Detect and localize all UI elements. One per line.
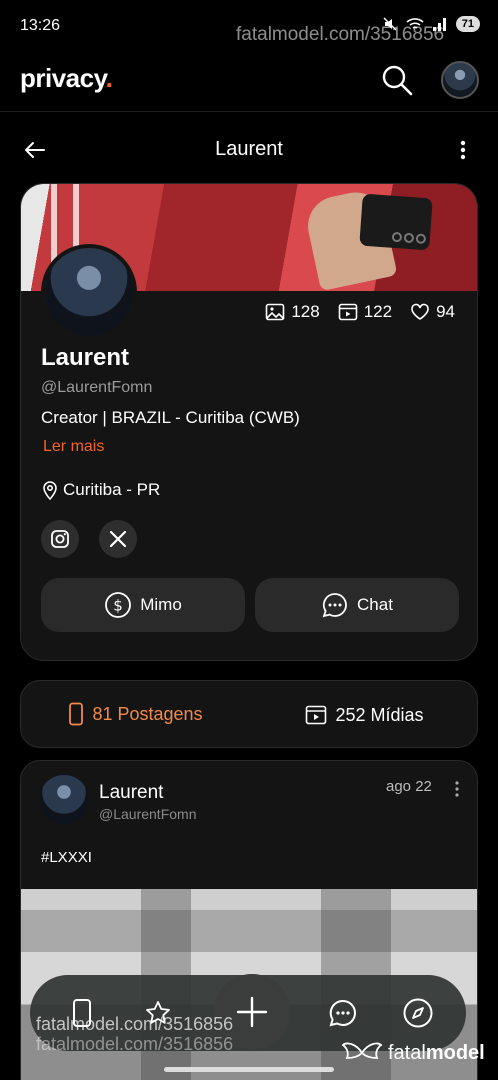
stat-videos-count: 122 bbox=[363, 302, 393, 321]
x-icon bbox=[109, 530, 127, 548]
heart-icon bbox=[411, 303, 429, 320]
stat-likes: 94 bbox=[410, 302, 455, 322]
plus-icon bbox=[236, 996, 268, 1028]
location-pin-icon bbox=[43, 481, 57, 500]
watermark-bottom-shadow: fatalmodel.com/3516856 bbox=[36, 1034, 234, 1054]
status-bar: 13:26 71 fatalmodel.com/3516856 bbox=[0, 0, 498, 50]
profile-location: Curitiba - PR bbox=[41, 480, 160, 500]
compass-icon bbox=[403, 998, 433, 1028]
watermark-bottom: fatalmodel.com/3516856 bbox=[36, 1014, 234, 1034]
logo-suffix: model bbox=[425, 1041, 485, 1064]
profile-avatar[interactable] bbox=[41, 244, 137, 340]
cover-phone bbox=[359, 193, 433, 251]
stat-likes-count: 94 bbox=[436, 302, 455, 321]
user-avatar[interactable] bbox=[441, 61, 479, 99]
page-title: Laurent bbox=[215, 138, 283, 160]
post-author-avatar[interactable] bbox=[39, 775, 89, 825]
profile-stats: 128 122 94 bbox=[265, 302, 455, 322]
profile-bio: Creator | BRAZIL - Curitiba (CWB) bbox=[41, 408, 300, 427]
search-icon bbox=[382, 65, 413, 96]
post-author-handle: @LaurentFomn bbox=[99, 806, 197, 822]
post-more-button[interactable] bbox=[451, 779, 463, 799]
page-header: Laurent bbox=[0, 125, 498, 175]
chat-button[interactable]: Chat bbox=[255, 578, 459, 632]
watermark-top: fatalmodel.com/3516856 bbox=[236, 24, 445, 45]
search-button[interactable] bbox=[380, 63, 414, 97]
profile-handle: @LaurentFomn bbox=[41, 379, 153, 396]
stat-photos-count: 128 bbox=[291, 302, 320, 321]
profile-name: Laurent bbox=[41, 344, 130, 371]
app-logo[interactable]: privacy. bbox=[20, 63, 113, 94]
read-more-link[interactable]: Ler mais bbox=[43, 438, 104, 456]
profile-card: 128 122 94 Laurent @LaurentFomn Creator … bbox=[20, 183, 478, 661]
tab-posts-label: 81 Postagens bbox=[92, 703, 203, 724]
battery-indicator: 71 bbox=[455, 16, 480, 32]
chat-icon bbox=[329, 999, 356, 1027]
app-top-bar: privacy. bbox=[0, 50, 498, 112]
tab-media[interactable]: 252 Mídias bbox=[250, 681, 477, 747]
post-date: ago 22 bbox=[386, 778, 432, 795]
logo-prefix: fatal bbox=[388, 1041, 426, 1064]
home-indicator bbox=[164, 1067, 334, 1072]
chat-label: Chat bbox=[357, 595, 393, 614]
content-tabs: 81 Postagens 252 Mídias bbox=[20, 680, 478, 748]
chat-bubble-icon bbox=[322, 593, 347, 618]
nav-explore[interactable] bbox=[398, 993, 438, 1033]
cover-lens bbox=[415, 233, 427, 245]
fatalmodel-logo: fatalmodel bbox=[340, 1040, 485, 1066]
logo-text: privacy bbox=[20, 63, 106, 93]
mimo-button[interactable]: $ Mimo bbox=[41, 578, 245, 632]
status-time: 13:26 bbox=[20, 17, 61, 34]
svg-text:$: $ bbox=[113, 597, 123, 615]
location-text: Curitiba - PR bbox=[63, 480, 161, 499]
nav-messages[interactable] bbox=[323, 993, 363, 1033]
phone-icon bbox=[69, 702, 84, 726]
tab-media-label: 252 Mídias bbox=[335, 704, 424, 725]
mimo-label: Mimo bbox=[140, 595, 182, 614]
dollar-coin-icon: $ bbox=[105, 592, 132, 618]
post-author-name[interactable]: Laurent bbox=[99, 782, 163, 804]
post-text: #LXXXI bbox=[41, 849, 92, 866]
video-icon bbox=[306, 705, 327, 725]
image-icon bbox=[266, 303, 285, 321]
video-icon bbox=[338, 303, 358, 321]
x-button[interactable] bbox=[99, 520, 137, 558]
cover-lens bbox=[403, 232, 415, 244]
logo-dot: . bbox=[105, 63, 113, 93]
cover-lens bbox=[391, 231, 403, 243]
butterfly-icon bbox=[341, 1042, 383, 1059]
instagram-icon bbox=[51, 530, 69, 548]
stat-photos: 128 bbox=[265, 302, 320, 322]
more-vertical-icon bbox=[460, 140, 466, 160]
more-options-button[interactable] bbox=[452, 138, 474, 162]
more-vertical-icon bbox=[455, 781, 459, 797]
stat-videos: 122 bbox=[338, 302, 392, 322]
instagram-button[interactable] bbox=[41, 520, 79, 558]
tab-posts[interactable]: 81 Postagens bbox=[21, 681, 250, 747]
